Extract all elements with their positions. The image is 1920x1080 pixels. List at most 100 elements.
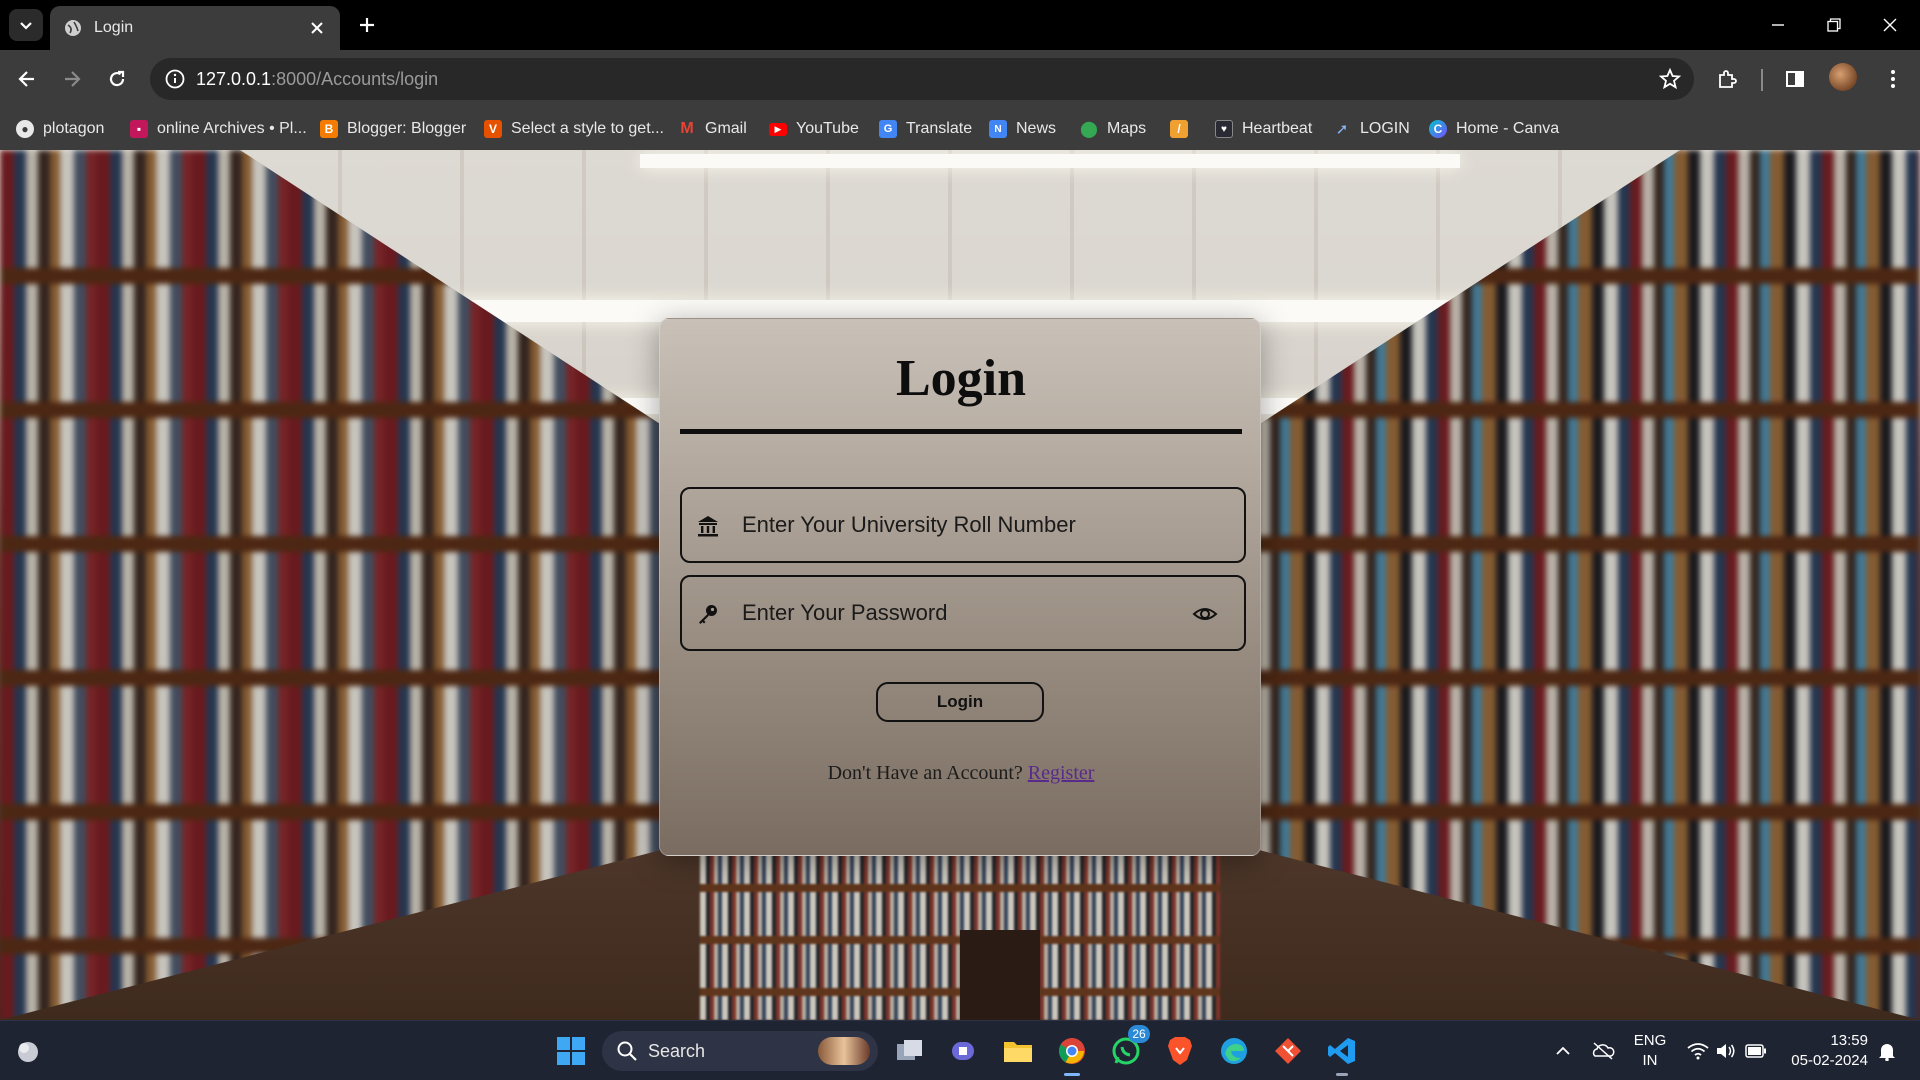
restore-icon[interactable] xyxy=(1806,0,1862,50)
toolbar-divider xyxy=(1761,69,1763,91)
rocket-icon: ➚ xyxy=(1335,121,1349,138)
language-indicator[interactable]: ENG IN xyxy=(1628,1031,1672,1071)
bookmark-news[interactable]: N News xyxy=(989,108,1056,150)
chevron-down-icon xyxy=(20,22,32,30)
address-bar[interactable]: 127.0.0.1:8000/Accounts/login xyxy=(150,58,1694,100)
password-field xyxy=(680,575,1246,651)
bookmark-login[interactable]: ➚ LOGIN xyxy=(1333,108,1410,150)
reload-icon[interactable] xyxy=(100,62,134,96)
teams-icon[interactable] xyxy=(942,1029,986,1073)
chrome-icon[interactable] xyxy=(1050,1029,1094,1073)
bookmark-plotagon[interactable]: ● plotagon xyxy=(16,108,104,150)
brave-icon[interactable] xyxy=(1158,1029,1202,1073)
whatsapp-badge: 26 xyxy=(1128,1025,1150,1043)
gmail-icon: M xyxy=(680,120,694,137)
onedrive-offline-icon[interactable] xyxy=(1588,1021,1618,1080)
system-clock[interactable]: 13:59 05-02-2024 xyxy=(1778,1031,1868,1071)
login-card: Login Login Don't Have an Account? xyxy=(659,318,1261,856)
youtube-icon: ▶ xyxy=(769,122,787,136)
chrome-active-indicator xyxy=(1064,1073,1080,1076)
task-view-icon[interactable] xyxy=(888,1029,932,1073)
bookmark-canva[interactable]: C Home - Canva xyxy=(1429,108,1559,150)
bookmark-star-icon[interactable] xyxy=(1658,67,1682,91)
browser-toolbar: 127.0.0.1:8000/Accounts/login xyxy=(0,50,1920,108)
volume-icon[interactable] xyxy=(1712,1021,1740,1080)
bookmark-label: Home - Canva xyxy=(1456,120,1560,137)
language-code: ENG xyxy=(1633,1032,1667,1049)
bookmark-online-archives[interactable]: ▪ online Archives • Pl... xyxy=(130,108,307,150)
side-panel-icon[interactable] xyxy=(1778,62,1812,96)
url-text[interactable]: 127.0.0.1:8000/Accounts/login xyxy=(196,69,438,90)
translate-icon: G xyxy=(879,120,897,138)
search-icon xyxy=(617,1041,637,1061)
search-label: Search xyxy=(648,1040,706,1061)
v-icon: V xyxy=(484,120,502,138)
bookmark-label: YouTube xyxy=(796,120,859,137)
file-explorer-icon[interactable] xyxy=(996,1029,1040,1073)
aisle-floor xyxy=(960,930,1040,1020)
bookmark-label: Maps xyxy=(1107,120,1147,137)
tab-search-button[interactable] xyxy=(9,9,43,41)
clock-time: 13:59 xyxy=(1830,1032,1868,1049)
taskbar-search[interactable]: Search xyxy=(602,1031,878,1071)
battery-icon[interactable] xyxy=(1742,1021,1770,1080)
notification-bell-icon[interactable] xyxy=(1872,1021,1902,1080)
bank-icon xyxy=(698,516,718,537)
heartbeat-icon: ♥ xyxy=(1215,120,1233,138)
tab-strip: Login xyxy=(0,0,1920,50)
active-tab[interactable]: Login xyxy=(50,6,340,50)
vscode-icon[interactable] xyxy=(1320,1029,1364,1073)
site-info-icon[interactable] xyxy=(164,68,186,90)
bookmark-label: Heartbeat xyxy=(1242,120,1313,137)
windows-taskbar: Search 26 ENG IN 13:59 05-02-2024 xyxy=(0,1020,1920,1080)
brush-icon: / xyxy=(1170,120,1188,138)
wifi-icon[interactable] xyxy=(1684,1021,1712,1080)
register-link[interactable]: Register xyxy=(1028,762,1095,784)
git-icon[interactable] xyxy=(1266,1029,1310,1073)
extensions-icon[interactable] xyxy=(1711,62,1745,96)
bookmark-select-style[interactable]: V Select a style to get... xyxy=(484,108,664,150)
vscode-running-indicator xyxy=(1336,1073,1348,1076)
bookmark-label: plotagon xyxy=(43,120,105,137)
profile-avatar[interactable] xyxy=(1829,63,1857,91)
bookmarks-bar: ● plotagon ▪ online Archives • Pl... B B… xyxy=(0,108,1920,150)
forward-icon[interactable] xyxy=(55,62,89,96)
show-hidden-icons-icon[interactable] xyxy=(1550,1021,1576,1080)
bookmark-label: online Archives • Pl... xyxy=(157,120,307,137)
start-windows-icon[interactable] xyxy=(549,1029,593,1073)
edge-icon[interactable] xyxy=(1212,1029,1256,1073)
minimize-icon[interactable] xyxy=(1750,0,1806,50)
close-window-icon[interactable] xyxy=(1862,0,1918,50)
bookmark-brush[interactable]: / xyxy=(1170,108,1197,150)
close-tab-icon[interactable] xyxy=(304,15,330,41)
archive-icon: ▪ xyxy=(130,120,148,138)
bookmark-youtube[interactable]: ▶ YouTube xyxy=(769,108,859,150)
back-icon[interactable] xyxy=(10,62,44,96)
password-input[interactable] xyxy=(742,577,1182,649)
login-button[interactable]: Login xyxy=(876,682,1044,722)
bookmark-maps[interactable]: ⬤ Maps xyxy=(1080,108,1146,150)
roll-number-input[interactable] xyxy=(742,489,1182,561)
bookmark-label: News xyxy=(1016,120,1057,137)
bookmark-translate[interactable]: G Translate xyxy=(879,108,972,150)
weather-widget-icon[interactable] xyxy=(6,1029,50,1073)
bookmark-heartbeat[interactable]: ♥ Heartbeat xyxy=(1215,108,1312,150)
title-divider xyxy=(680,429,1242,434)
eye-icon[interactable] xyxy=(1192,602,1218,626)
bookmark-label: Blogger: Blogger xyxy=(347,120,467,137)
bookmark-gmail[interactable]: M Gmail xyxy=(678,108,746,150)
globe-icon: ● xyxy=(16,120,34,138)
tab-title: Login xyxy=(94,19,134,36)
menu-icon[interactable] xyxy=(1876,62,1910,96)
url-host: 127.0.0.1 xyxy=(196,69,272,89)
new-tab-icon[interactable] xyxy=(352,10,382,40)
signup-text: Don't Have an Account? xyxy=(827,762,1023,784)
roll-number-field xyxy=(680,487,1246,563)
signup-prompt: Don't Have an Account? Register xyxy=(660,762,1262,785)
canva-icon: C xyxy=(1429,120,1447,138)
page-background: Login Login Don't Have an Account? xyxy=(0,150,1920,1020)
maps-icon: ⬤ xyxy=(1080,121,1098,138)
bookmark-label: Select a style to get... xyxy=(511,120,664,137)
bookmark-blogger[interactable]: B Blogger: Blogger xyxy=(320,108,466,150)
globe-icon xyxy=(65,20,81,36)
